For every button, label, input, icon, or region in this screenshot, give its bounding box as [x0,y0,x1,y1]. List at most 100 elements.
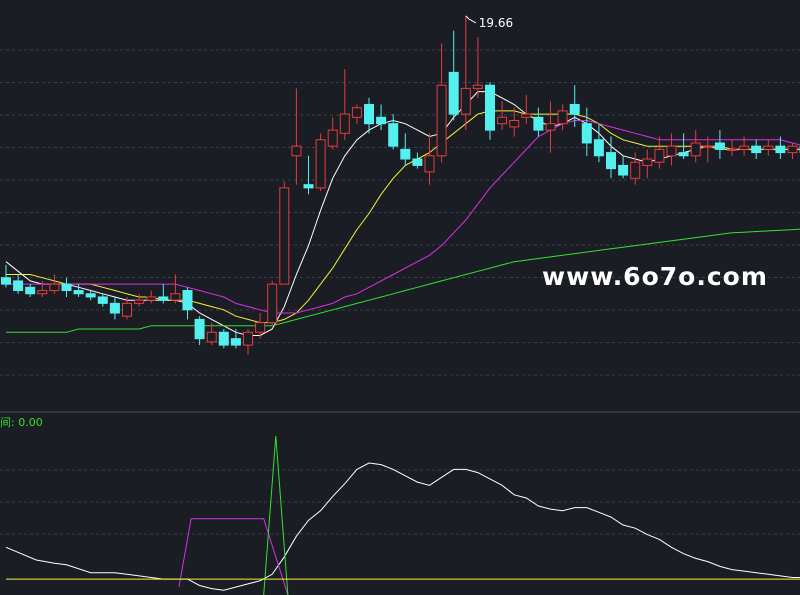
candle-body-down [25,286,36,295]
candle [61,277,72,297]
candle [303,155,314,195]
candle-body-down [618,164,629,176]
candle [291,88,302,185]
candle-body-down [85,293,96,298]
candle-body-down [751,145,762,154]
candle-body-down [775,145,786,154]
candle [170,274,181,304]
candle-body-down [412,158,423,166]
candle-body-up [739,145,750,150]
candle [642,149,653,179]
candle-body-up [497,116,508,125]
candle-body-up [339,113,350,134]
candle-body-up [654,148,665,163]
candle [545,101,556,153]
candle-body-down [73,290,84,295]
candle [497,101,508,131]
candle [485,82,495,140]
candle-body-up [49,283,60,292]
candle [25,284,36,297]
candle-body-up [472,84,483,89]
indicator-line-3 [263,435,289,595]
candle [182,287,193,320]
candle-body-down [485,84,495,131]
candle [702,136,713,163]
candle-body-up [291,145,302,157]
candle [97,293,108,307]
candle [230,329,241,349]
high-price-annotation: 19.66 [465,15,513,30]
candle [751,139,762,159]
candle [315,133,326,192]
candle-body-down [364,103,374,125]
high-flag-icon [465,15,477,24]
candle-body-down [533,116,544,131]
candle-body-up [122,302,132,317]
indicator-header-label: 间: 0.00 [0,416,43,429]
watermark: www.6o7o.com [542,262,768,291]
candle-body-up [424,155,435,173]
candle-body-down [376,116,387,125]
candle-body-down [593,139,604,157]
candle-body-down [581,123,592,144]
candle [521,94,532,124]
candle-body-down [569,103,580,115]
candle-body-down [218,331,229,346]
candle [194,316,205,346]
candle-body-up [690,142,701,157]
candle-body-down [714,142,725,150]
candle-body-up [460,87,471,115]
candle [557,104,568,131]
candle [388,114,399,150]
candle-body-up [666,145,677,157]
candle-body-up [315,139,326,189]
candle-body-up [787,145,798,154]
indicator-lines [5,435,800,595]
candle [279,181,290,285]
candle [218,329,229,349]
candle-body-down [678,152,689,157]
candle [654,136,665,169]
candle [243,329,253,355]
candle-body-down [388,123,399,147]
candle-body-up [206,331,217,343]
candle [448,30,459,121]
candle-body-down [158,296,169,301]
candle [763,139,774,156]
moving-average-lines [5,91,800,336]
candle-body-up [545,123,556,131]
candle [436,43,447,163]
candle [85,290,96,301]
candle [714,130,725,159]
candle-body-up [702,145,713,148]
candle [339,69,350,140]
candle-body-up [243,331,253,346]
candle [109,296,120,320]
candle-body-down [448,71,459,115]
candle-body-up [763,145,774,150]
candle [460,15,471,131]
candle-body-up [267,283,278,324]
candle-body-down [230,338,241,346]
candle-body-up [255,322,266,333]
candle-body-up [509,120,520,128]
candle [618,155,629,179]
candle [593,123,604,163]
candle [690,130,701,163]
candle [255,313,266,339]
candle [327,117,338,150]
candle-body-down [109,302,120,314]
stock-chart: 19.66 www.6o7o.com 间: 0.00 [0,15,800,595]
candle-body-up [642,158,653,166]
high-price-label: 19.66 [479,16,513,30]
moving-average-line-1 [5,91,800,336]
candle [666,133,677,166]
candle [1,264,11,288]
candle-body-up [170,293,181,301]
candle [400,133,411,166]
candle [533,107,544,137]
candle-body-down [303,184,314,189]
candle-body-up [279,187,290,285]
candle [472,37,483,99]
candle-body-down [97,296,108,304]
